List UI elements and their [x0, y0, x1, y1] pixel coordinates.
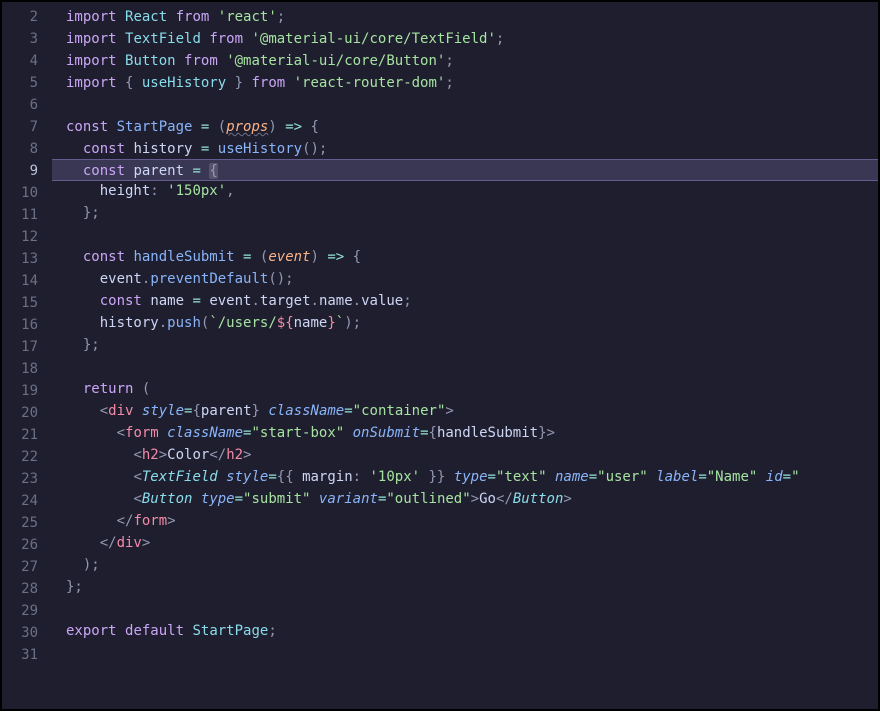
code-line: <h2>Color</h2> — [52, 444, 878, 466]
code-line — [52, 94, 878, 116]
code-line: const handleSubmit = (event) => { — [52, 246, 878, 268]
code-line: import TextField from '@material-ui/core… — [52, 28, 878, 50]
line-number: 19 — [2, 380, 38, 402]
line-number: 2 — [2, 6, 38, 28]
code-line — [52, 642, 878, 664]
line-number: 15 — [2, 292, 38, 314]
code-line: }; — [52, 576, 878, 598]
code-line: history.push(`/users/${name}`); — [52, 312, 878, 334]
line-number: 13 — [2, 248, 38, 270]
line-number: 11 — [2, 204, 38, 226]
code-line: </form> — [52, 510, 878, 532]
code-line: }; — [52, 202, 878, 224]
code-line — [52, 224, 878, 246]
code-line: <Button type="submit" variant="outlined"… — [52, 488, 878, 510]
code-line: height: '150px', — [52, 180, 878, 202]
line-number: 7 — [2, 116, 38, 138]
code-line-active: const parent = { — [52, 159, 878, 181]
line-number: 3 — [2, 28, 38, 50]
line-number: 29 — [2, 600, 38, 622]
code-line: import { useHistory } from 'react-router… — [52, 72, 878, 94]
line-number: 26 — [2, 534, 38, 556]
line-number-gutter: 2345678910111213141516171819202122232425… — [2, 2, 52, 709]
line-number: 27 — [2, 556, 38, 578]
line-number: 23 — [2, 468, 38, 490]
code-line: return ( — [52, 378, 878, 400]
line-number: 10 — [2, 182, 38, 204]
code-editor: 2345678910111213141516171819202122232425… — [2, 2, 878, 709]
code-line: const history = useHistory(); — [52, 138, 878, 160]
code-line — [52, 356, 878, 378]
code-line: import React from 'react'; — [52, 6, 878, 28]
code-line: const name = event.target.name.value; — [52, 290, 878, 312]
code-line: export default StartPage; — [52, 620, 878, 642]
code-line — [52, 598, 878, 620]
line-number: 28 — [2, 578, 38, 600]
line-number: 25 — [2, 512, 38, 534]
code-line: event.preventDefault(); — [52, 268, 878, 290]
line-number: 16 — [2, 314, 38, 336]
line-number: 21 — [2, 424, 38, 446]
line-number: 4 — [2, 50, 38, 72]
line-number: 17 — [2, 336, 38, 358]
line-number: 9 — [2, 160, 38, 182]
line-number: 31 — [2, 644, 38, 666]
line-number: 24 — [2, 490, 38, 512]
code-area[interactable]: import React from 'react'; import TextFi… — [52, 2, 878, 709]
line-number: 30 — [2, 622, 38, 644]
line-number: 18 — [2, 358, 38, 380]
code-line: }; — [52, 334, 878, 356]
code-line: <form className="start-box" onSubmit={ha… — [52, 422, 878, 444]
code-line: <TextField style={{ margin: '10px' }} ty… — [52, 466, 878, 488]
line-number: 20 — [2, 402, 38, 424]
line-number: 5 — [2, 72, 38, 94]
line-number: 14 — [2, 270, 38, 292]
line-number: 6 — [2, 94, 38, 116]
code-line: ); — [52, 554, 878, 576]
line-number: 12 — [2, 226, 38, 248]
code-line: <div style={parent} className="container… — [52, 400, 878, 422]
line-number: 8 — [2, 138, 38, 160]
code-line: const StartPage = (props) => { — [52, 116, 878, 138]
line-number: 22 — [2, 446, 38, 468]
code-line: </div> — [52, 532, 878, 554]
code-line: import Button from '@material-ui/core/Bu… — [52, 50, 878, 72]
